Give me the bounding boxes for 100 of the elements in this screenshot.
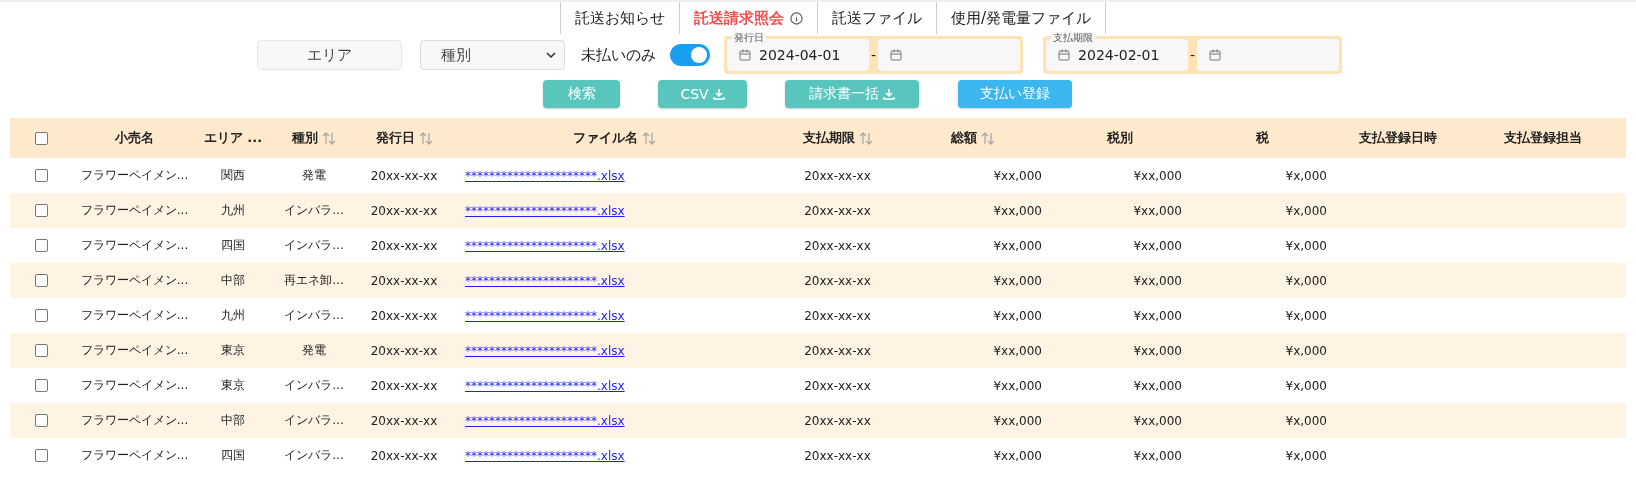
table-cell-text: 20xx-xx-xx xyxy=(803,413,872,428)
chevron-down-icon xyxy=(546,52,556,58)
range-separator: - xyxy=(871,47,877,63)
row-checkbox[interactable] xyxy=(34,344,48,357)
table-cell-text: ¥xx,000 xyxy=(992,308,1043,323)
table-cell-text: ¥xx,000 xyxy=(1132,273,1183,288)
table-cell-text: フラワーペイメン... xyxy=(79,272,190,289)
file-link[interactable]: **********************.xlsx xyxy=(465,378,625,393)
table-cell-text: ¥x,000 xyxy=(1284,378,1328,393)
table-cell-text: 中部 xyxy=(220,272,246,289)
row-checkbox[interactable] xyxy=(34,379,48,392)
column-header: 税 xyxy=(1255,129,1270,147)
table-cell-text: ¥x,000 xyxy=(1284,273,1328,288)
table-cell-text: フラワーペイメン... xyxy=(79,237,190,254)
file-link[interactable]: **********************.xlsx xyxy=(465,343,625,358)
table-cell-text: ¥x,000 xyxy=(1284,413,1328,428)
column-header[interactable]: 発行日 xyxy=(359,129,449,147)
file-link[interactable]: **********************.xlsx xyxy=(465,168,625,183)
table-cell-text: ¥xx,000 xyxy=(1132,308,1183,323)
table-cell-text: 関西 xyxy=(220,167,246,184)
download-icon xyxy=(883,88,895,100)
table-cell-text: インバラ... xyxy=(283,412,345,429)
type-select[interactable]: 種別 xyxy=(420,40,565,70)
table-cell-text: フラワーペイメン... xyxy=(79,377,190,394)
calendar-icon xyxy=(890,49,903,61)
row-checkbox[interactable] xyxy=(34,414,48,427)
table-cell-text: ¥xx,000 xyxy=(1132,448,1183,463)
row-checkbox[interactable] xyxy=(34,239,48,252)
date-range-label: 支払期限 xyxy=(1051,32,1096,44)
row-checkbox[interactable] xyxy=(34,169,48,182)
column-header[interactable]: 種別 xyxy=(269,129,359,147)
table-cell-text: 20xx-xx-xx xyxy=(803,273,872,288)
table-cell-text: 九州 xyxy=(220,307,246,324)
unpaid-only-label: 未払いのみ xyxy=(581,45,656,65)
table-cell-text: フラワーペイメン... xyxy=(79,307,190,324)
date-to-field[interactable] xyxy=(1197,39,1340,71)
table-cell-text: 東京 xyxy=(220,377,246,394)
unpaid-only-toggle[interactable] xyxy=(670,44,710,66)
file-link[interactable]: **********************.xlsx xyxy=(465,448,625,463)
nav-tab[interactable]: 託送お知らせ xyxy=(559,2,679,34)
info-icon[interactable] xyxy=(789,11,803,25)
table-cell-text: インバラ... xyxy=(283,202,345,219)
file-link[interactable]: **********************.xlsx xyxy=(465,308,625,323)
file-link[interactable]: **********************.xlsx xyxy=(465,238,625,253)
table-cell-text: フラワーペイメン... xyxy=(79,202,190,219)
file-link[interactable]: **********************.xlsx xyxy=(465,273,625,288)
file-link[interactable]: **********************.xlsx xyxy=(465,413,625,428)
table-cell-text: ¥xx,000 xyxy=(992,413,1043,428)
column-header[interactable]: 支払期限 xyxy=(780,129,895,147)
calendar-icon xyxy=(1209,49,1222,61)
table-cell-text: ¥xx,000 xyxy=(992,378,1043,393)
select-all-checkbox[interactable] xyxy=(34,131,48,145)
table-cell-text: ¥xx,000 xyxy=(1132,343,1183,358)
file-link[interactable]: **********************.xlsx xyxy=(465,203,625,218)
table-cell-text: ¥xx,000 xyxy=(1132,203,1183,218)
table-cell-text: フラワーペイメン... xyxy=(79,342,190,359)
table-cell-text: 20xx-xx-xx xyxy=(803,168,872,183)
area-field[interactable]: エリア xyxy=(257,40,402,70)
table-cell-text: フラワーペイメン... xyxy=(79,167,190,184)
calendar-icon xyxy=(739,49,751,61)
date-range-label: 発行日 xyxy=(732,32,766,44)
column-header[interactable]: ファイル名 xyxy=(449,129,780,147)
table-cell-text: フラワーペイメン... xyxy=(79,412,190,429)
date-to-field[interactable] xyxy=(878,39,1021,71)
table-cell-text: ¥xx,000 xyxy=(1132,378,1183,393)
nav-tab[interactable]: 託送ファイル xyxy=(816,2,936,34)
column-header: 小売名 xyxy=(114,129,155,147)
row-checkbox[interactable] xyxy=(34,204,48,217)
table-cell-text: ¥x,000 xyxy=(1284,203,1328,218)
table-cell-text: 20xx-xx-xx xyxy=(803,308,872,323)
table-cell-text: フラワーペイメン... xyxy=(79,447,190,464)
table-cell-text: 20xx-xx-xx xyxy=(803,203,872,218)
column-header: 税別 xyxy=(1106,129,1134,147)
table-cell-text: 四国 xyxy=(220,447,246,464)
table-cell-text: 20xx-xx-xx xyxy=(803,448,872,463)
table-cell-text: 20xx-xx-xx xyxy=(803,238,872,253)
calendar-icon xyxy=(1058,49,1071,61)
table-cell-text: ¥xx,000 xyxy=(992,203,1043,218)
table-cell-text: ¥x,000 xyxy=(1284,238,1328,253)
column-header[interactable]: 総額 xyxy=(895,129,1050,147)
table-cell-text: 発電 xyxy=(301,167,327,184)
table-cell-text: ¥xx,000 xyxy=(1132,238,1183,253)
table-cell-text: ¥xx,000 xyxy=(992,343,1043,358)
download-icon xyxy=(712,88,725,100)
row-checkbox[interactable] xyxy=(34,274,48,287)
column-header: エリア ... xyxy=(202,129,264,147)
table-cell-text: ¥x,000 xyxy=(1284,168,1328,183)
table-cell-text: 20xx-xx-xx xyxy=(369,343,439,358)
table-cell-text: ¥x,000 xyxy=(1284,343,1328,358)
range-separator: - xyxy=(1190,47,1196,63)
table-cell-text: 20xx-xx-xx xyxy=(369,238,439,253)
table-cell-text: 20xx-xx-xx xyxy=(369,448,439,463)
table-cell-text: 発電 xyxy=(301,342,327,359)
table-cell-text: 20xx-xx-xx xyxy=(803,343,872,358)
row-checkbox[interactable] xyxy=(34,309,48,322)
row-checkbox[interactable] xyxy=(34,449,48,462)
table-cell-text: 中部 xyxy=(220,412,246,429)
table-cell-text: 20xx-xx-xx xyxy=(803,378,872,393)
table-cell-text: ¥xx,000 xyxy=(992,448,1043,463)
table-cell-text: インバラ... xyxy=(283,237,345,254)
